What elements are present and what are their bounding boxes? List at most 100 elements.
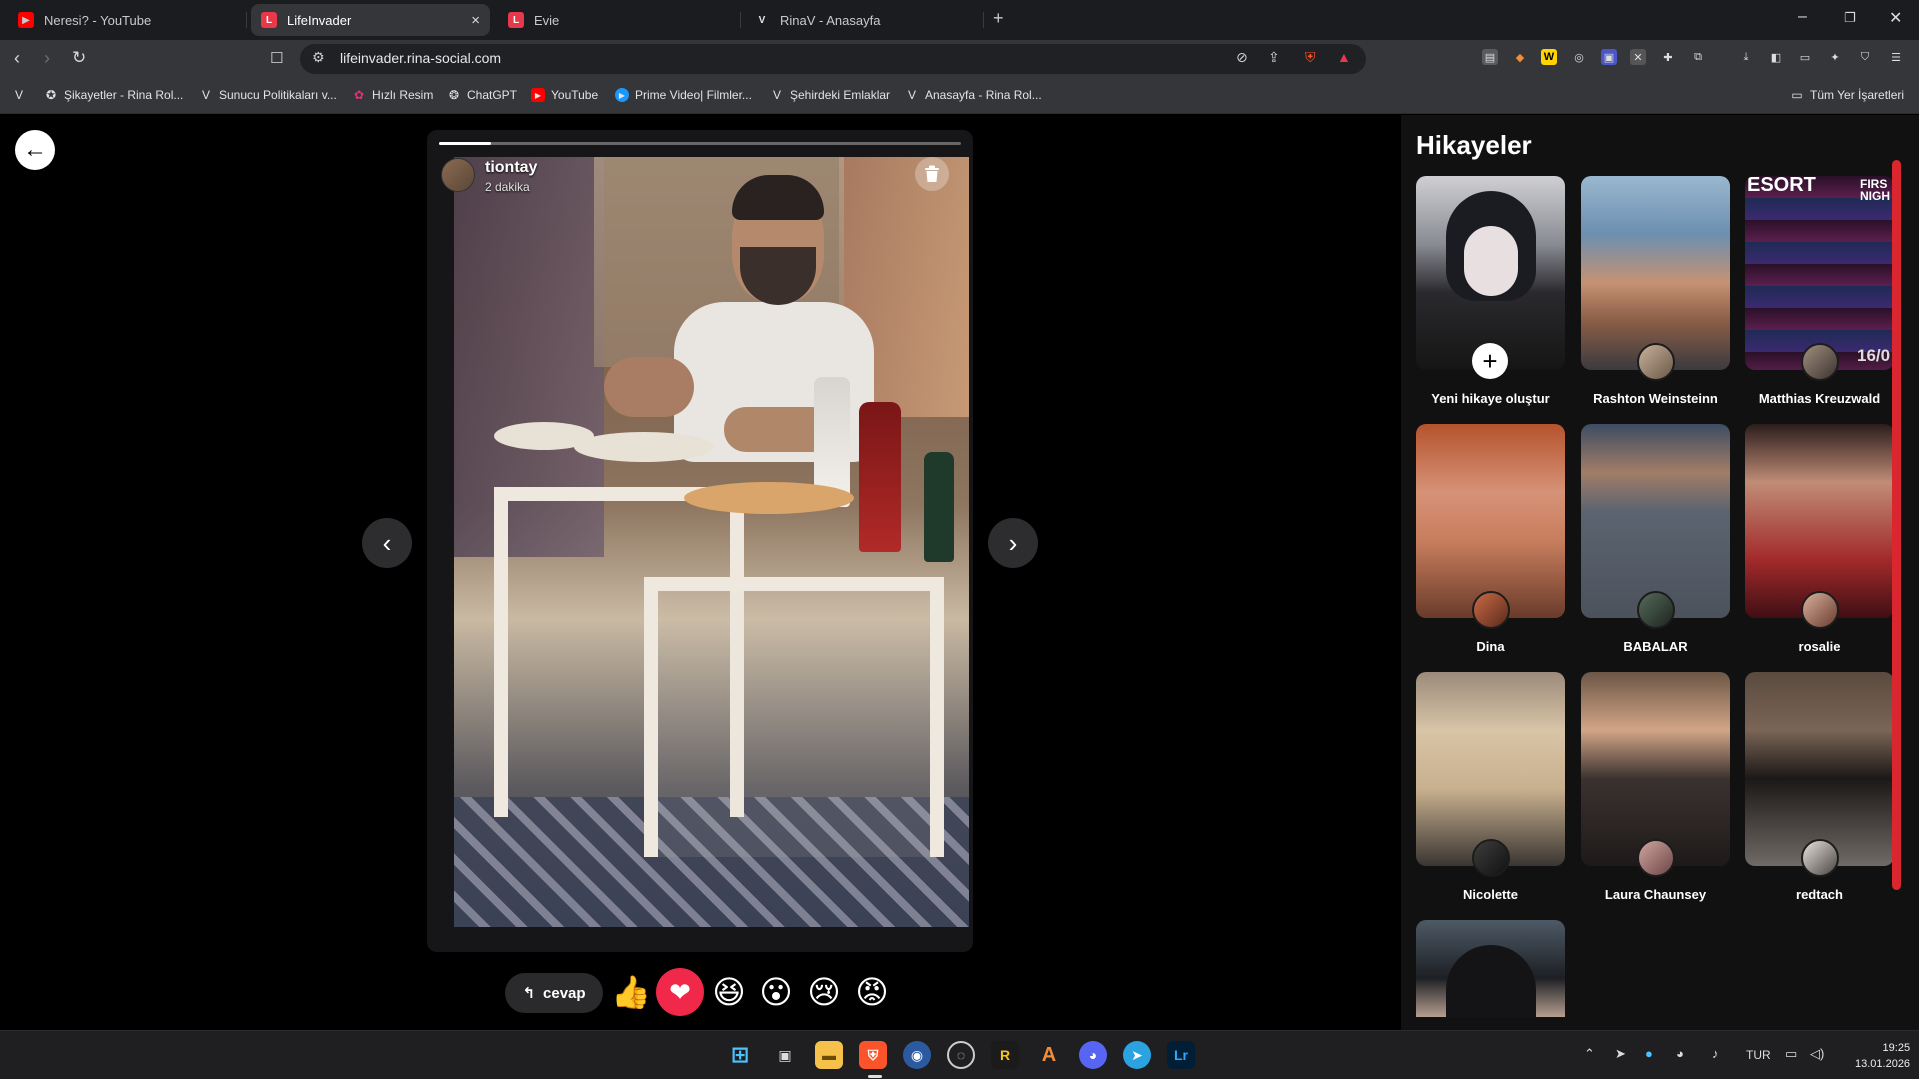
volume-icon[interactable]: ◁) xyxy=(1810,1046,1824,1062)
extension-icon[interactable]: ▤ xyxy=(1482,49,1498,65)
forward-icon[interactable]: › xyxy=(44,48,50,69)
extension-fox-icon[interactable]: ◆ xyxy=(1512,49,1528,65)
extension-off-icon[interactable]: ✕ xyxy=(1630,49,1646,65)
app-circle-icon[interactable]: ◌ xyxy=(947,1041,975,1069)
sidebar-scrollbar[interactable] xyxy=(1892,160,1901,890)
close-tab-icon[interactable]: × xyxy=(471,12,480,29)
tab-title: LifeInvader xyxy=(287,12,352,28)
telegram-icon[interactable]: ➤ xyxy=(1123,1041,1151,1069)
wow-reaction[interactable]: 😮 xyxy=(752,968,800,1016)
new-tab-button[interactable]: + xyxy=(993,8,1004,29)
story-author-avatar[interactable] xyxy=(441,158,475,192)
story-card[interactable] xyxy=(1416,672,1565,866)
url-text[interactable]: lifeinvader.rina-social.com xyxy=(340,50,501,66)
youtube-icon: ▶ xyxy=(531,88,545,102)
bookmark-item[interactable]: V Anasayfa - Rina Rol... xyxy=(905,88,1042,102)
sad-reaction[interactable]: 😢 xyxy=(800,968,848,1016)
language-indicator[interactable]: TUR xyxy=(1746,1048,1771,1062)
reply-button[interactable]: ↰ cevap xyxy=(505,973,603,1013)
extension-blue-icon[interactable]: ▣ xyxy=(1601,49,1617,65)
story-time: 2 dakika xyxy=(485,180,530,194)
story-card[interactable] xyxy=(1581,424,1730,618)
stories-sidebar: Hikayeler + Yeni hikaye oluştur Rashton … xyxy=(1401,115,1919,1030)
tab-youtube[interactable]: ▶ Neresi? - YouTube xyxy=(8,4,240,36)
menu-icon[interactable]: ☰ xyxy=(1888,49,1904,65)
discord-icon[interactable]: ◕ xyxy=(1079,1041,1107,1069)
story-card[interactable] xyxy=(1416,920,1565,1017)
next-story-button[interactable]: › xyxy=(988,518,1038,568)
back-button[interactable]: ← xyxy=(15,130,55,170)
tracking-icon[interactable]: ⊘ xyxy=(1236,49,1248,66)
all-bookmarks[interactable]: ▭ Tüm Yer İşaretleri xyxy=(1790,88,1904,102)
brave-shield-icon[interactable]: ⛨ xyxy=(1305,49,1316,66)
haha-reaction[interactable]: 😆 xyxy=(705,968,753,1016)
extension-glasses-icon[interactable]: ◎ xyxy=(1571,49,1587,65)
previous-story-button[interactable]: ‹ xyxy=(362,518,412,568)
all-bookmarks-label: Tüm Yer İşaretleri xyxy=(1810,88,1905,102)
angry-reaction[interactable]: 😡 xyxy=(848,968,896,1016)
story-username[interactable]: tiontay xyxy=(485,159,537,177)
tray-telegram-icon[interactable]: ➤ xyxy=(1615,1046,1626,1062)
bookmark-item[interactable]: ✿ Hızlı Resim xyxy=(352,88,433,102)
bookmarks-bar: V ✪ Şikayetler - Rina Rol... V Sunucu Poli… xyxy=(0,78,1919,114)
tray-discord-icon[interactable]: ◕ xyxy=(1676,1046,1684,1061)
share-icon[interactable]: ⇪ xyxy=(1268,49,1280,66)
vpn-icon[interactable]: ⛉ xyxy=(1857,49,1873,65)
love-reaction[interactable]: ❤ xyxy=(656,968,704,1016)
windows-start-icon[interactable]: ⊞ xyxy=(726,1041,754,1069)
reply-arrow-icon: ↰ xyxy=(522,985,536,1002)
sidebar-toggle-icon[interactable]: ◧ xyxy=(1768,49,1784,65)
tray-app-icon[interactable]: ● xyxy=(1645,1046,1653,1061)
story-card[interactable] xyxy=(1581,176,1730,370)
bookmark-item[interactable]: ▶ YouTube xyxy=(531,88,598,102)
add-story-icon[interactable]: + xyxy=(1472,343,1508,379)
app-blue-icon[interactable]: ◉ xyxy=(903,1041,931,1069)
create-story-card[interactable] xyxy=(1416,176,1565,370)
tab-title: RinaV - Anasayfa xyxy=(780,12,881,28)
close-window-button[interactable]: ✕ xyxy=(1889,8,1902,28)
story-card[interactable] xyxy=(1416,424,1565,618)
site-settings-icon[interactable]: ⚙ xyxy=(312,49,325,66)
delete-story-button[interactable] xyxy=(915,157,949,191)
bookmark-item[interactable]: ▶ Prime Video| Filmler... xyxy=(615,88,752,102)
bookmark-item[interactable]: V Sunucu Politikaları v... xyxy=(199,88,337,102)
like-reaction[interactable]: 👍 xyxy=(607,968,655,1016)
story-avatar xyxy=(1472,591,1510,629)
downloads-icon[interactable]: ⤓ xyxy=(1738,49,1754,65)
task-view-icon[interactable]: ▣ xyxy=(771,1041,799,1069)
story-card[interactable] xyxy=(1745,424,1894,618)
story-label: Laura Chaunsey xyxy=(1604,887,1707,902)
tab-rinav[interactable]: V RinaV - Anasayfa xyxy=(744,4,976,36)
tray-overflow-icon[interactable]: ⌃ xyxy=(1584,1046,1595,1062)
wallet-icon[interactable]: ▭ xyxy=(1797,49,1813,65)
story-avatar xyxy=(1801,591,1839,629)
chevron-left-icon: ‹ xyxy=(382,527,392,558)
microphone-icon[interactable]: ♪ xyxy=(1712,1046,1719,1061)
restore-button[interactable]: ❐ xyxy=(1844,10,1856,26)
tab-evie[interactable]: L Evie xyxy=(498,4,730,36)
back-icon[interactable]: ‹ xyxy=(14,48,20,69)
story-card[interactable]: ESORT FIRS NIGH 16/0 xyxy=(1745,176,1894,370)
bookmark-item[interactable]: V Şehirdeki Emlaklar xyxy=(770,88,890,102)
rockstar-icon[interactable]: R xyxy=(991,1041,1019,1069)
system-clock[interactable]: 19:25 13.01.2026 xyxy=(1855,1040,1910,1072)
bookmark-icon[interactable]: ☐ xyxy=(270,49,283,67)
story-card[interactable] xyxy=(1745,672,1894,866)
reload-icon[interactable]: ↻ xyxy=(72,48,86,68)
extension-w-icon[interactable]: W xyxy=(1541,49,1557,65)
story-card[interactable] xyxy=(1581,672,1730,866)
network-icon[interactable]: ▭ xyxy=(1785,1046,1797,1062)
bookmark-brand[interactable]: V xyxy=(12,88,32,102)
file-explorer-icon[interactable]: ▬ xyxy=(815,1041,843,1069)
extensions-puzzle-icon[interactable]: ✚ xyxy=(1660,49,1676,65)
tab-search-icon[interactable]: ⧉ xyxy=(1690,49,1706,65)
leo-ai-icon[interactable]: ✦ xyxy=(1827,49,1843,65)
brave-browser-icon[interactable]: ⛨ xyxy=(859,1041,887,1069)
minimize-button[interactable]: – xyxy=(1798,8,1807,26)
tab-lifeinvader[interactable]: L LifeInvader × xyxy=(251,4,490,36)
bookmark-item[interactable]: ✪ Şikayetler - Rina Rol... xyxy=(44,88,183,102)
brave-rewards-icon[interactable]: ▲ xyxy=(1337,49,1351,65)
app-a-icon[interactable]: A xyxy=(1035,1041,1063,1069)
lightroom-icon[interactable]: Lr xyxy=(1167,1041,1195,1069)
bookmark-item[interactable]: ❂ ChatGPT xyxy=(447,88,517,102)
